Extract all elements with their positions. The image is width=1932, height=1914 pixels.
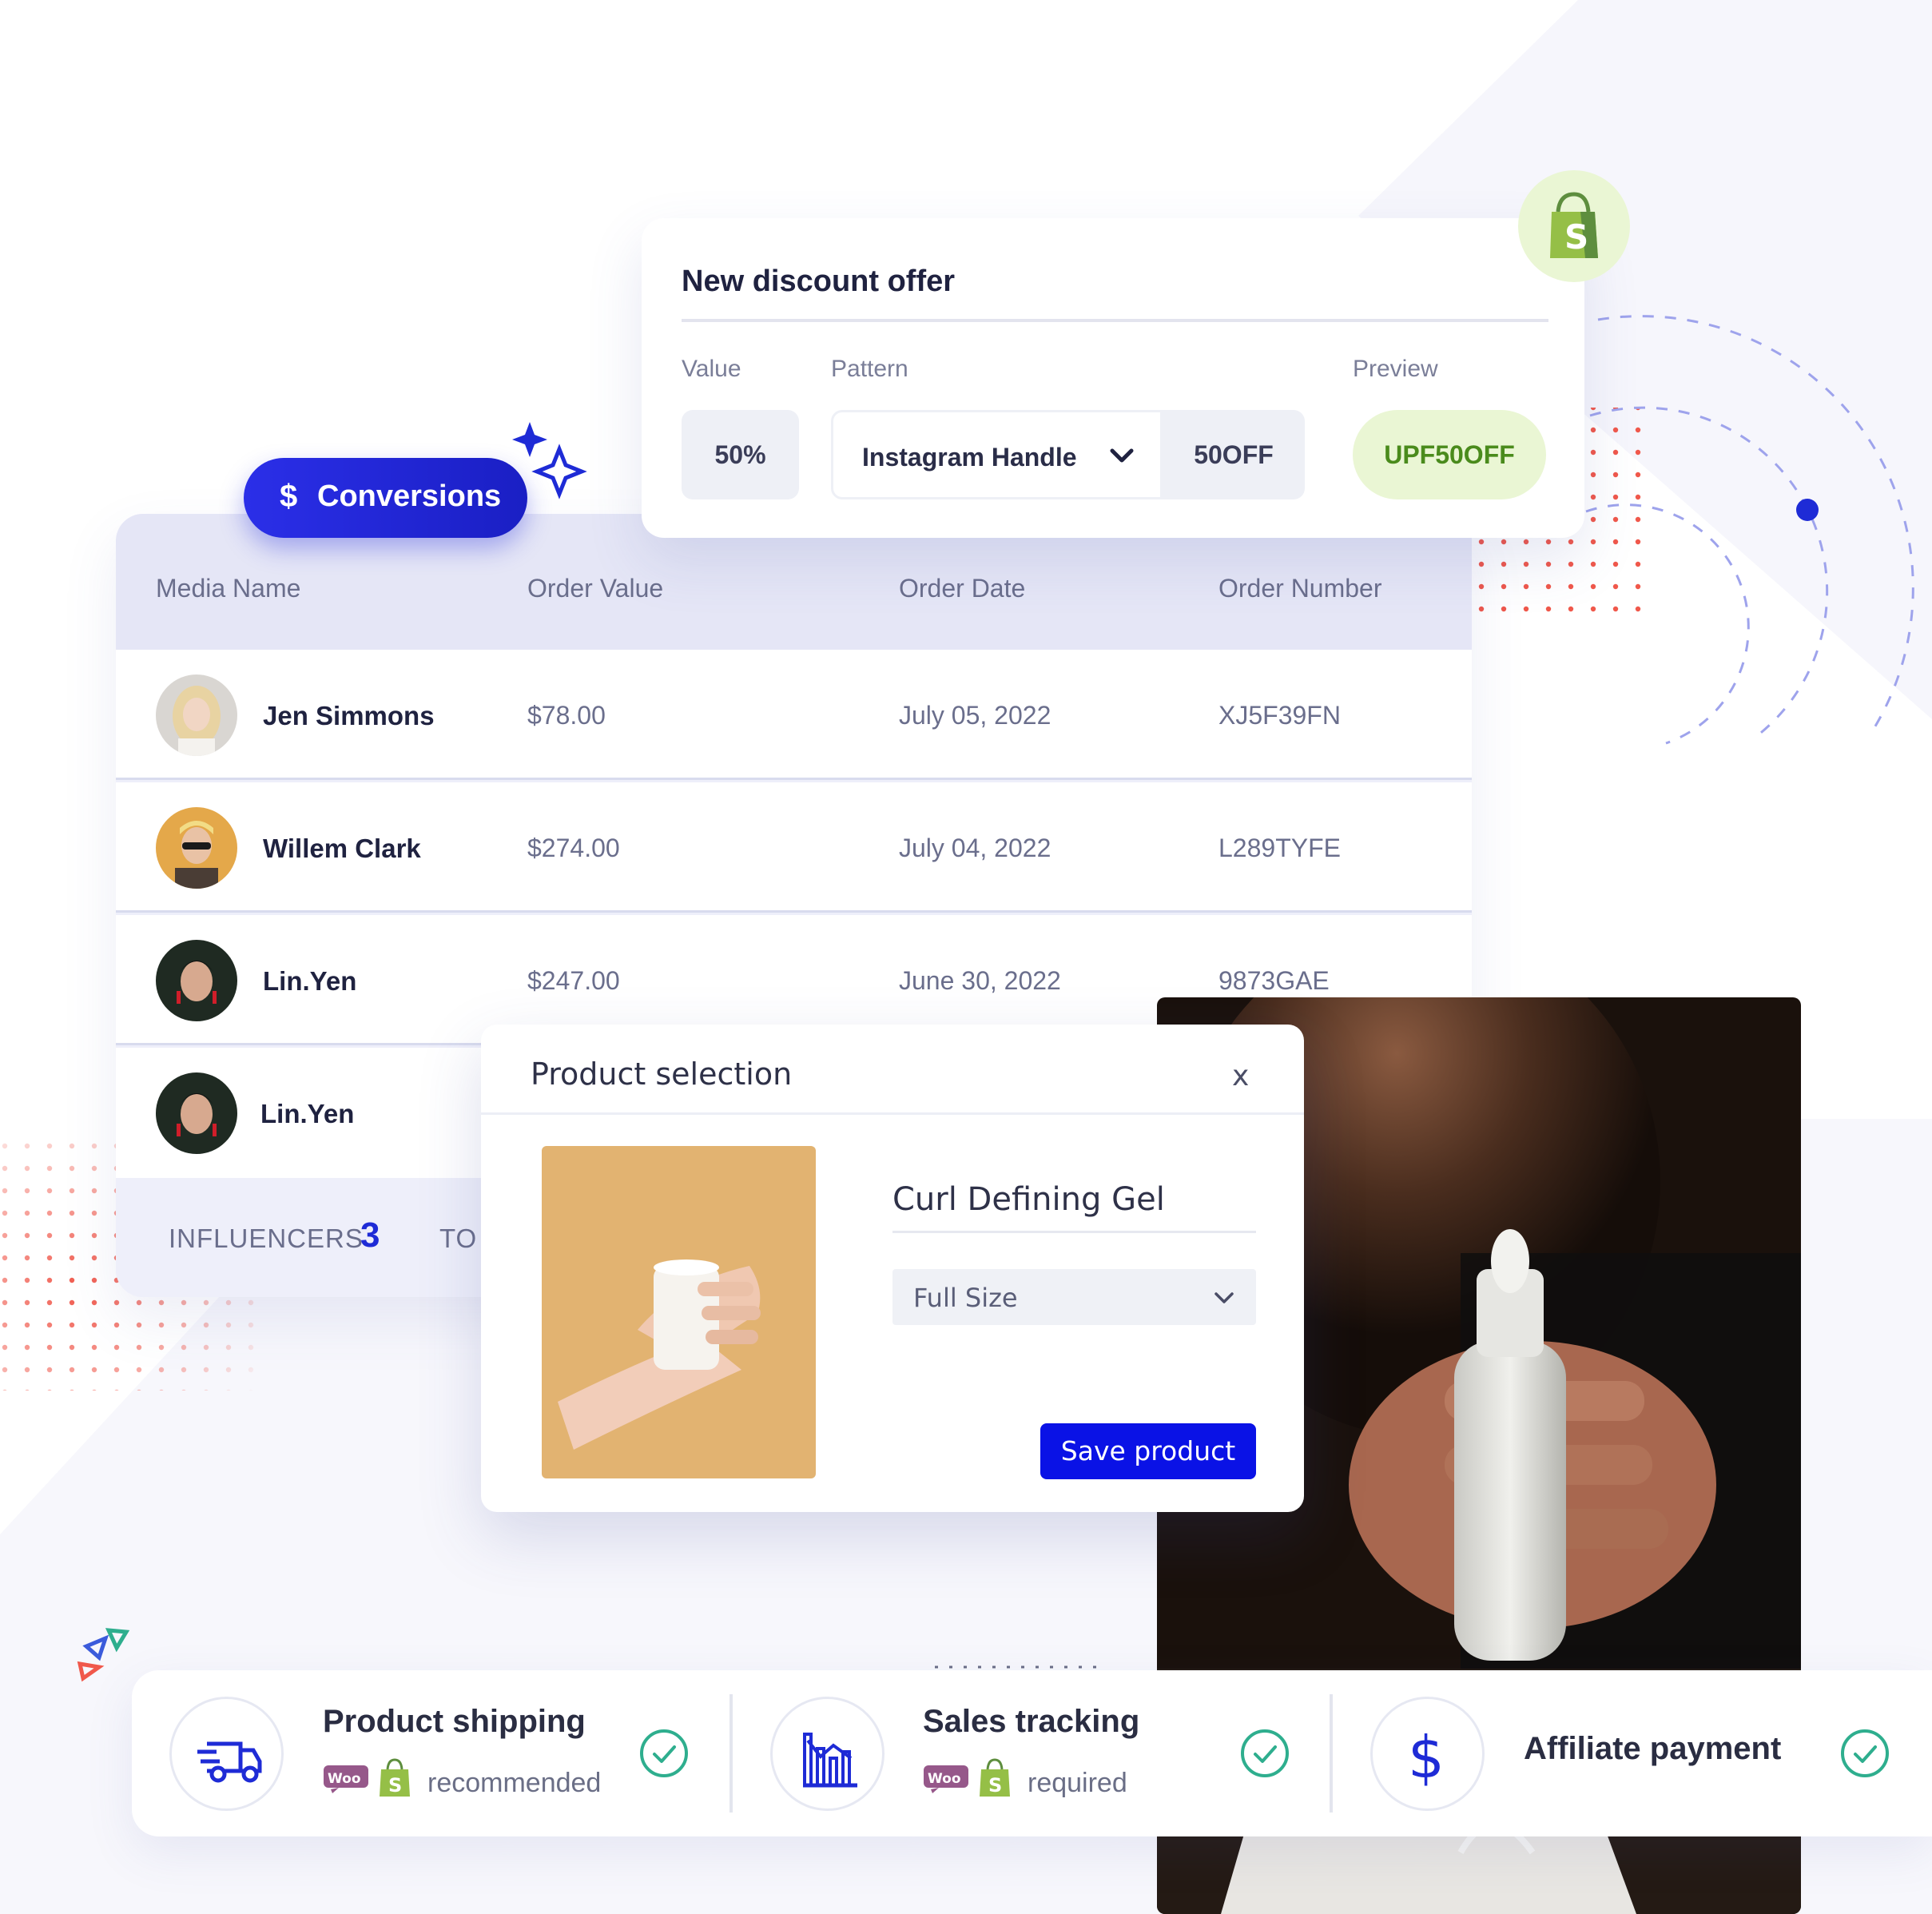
- feature-subtitle: required: [1028, 1768, 1127, 1798]
- influencers-count: 3: [360, 1216, 380, 1255]
- feature-title: Product shipping: [323, 1704, 586, 1739]
- pattern-select[interactable]: Instagram Handle: [831, 410, 1163, 499]
- shopify-badge: S: [1518, 170, 1630, 282]
- feature-title: Affiliate payment: [1524, 1731, 1782, 1766]
- divider: [481, 1112, 1304, 1115]
- media-name: Willem Clark: [263, 834, 421, 863]
- woocommerce-icon: Woo: [924, 1765, 968, 1793]
- total-label: TO: [439, 1224, 478, 1253]
- column-header-order-date[interactable]: Order Date: [899, 574, 1025, 603]
- order-value: $274.00: [527, 834, 620, 862]
- media-name: Lin.Yen: [263, 966, 357, 996]
- value-input[interactable]: 50%: [682, 410, 799, 499]
- svg-text:$: $: [1408, 1724, 1445, 1791]
- pattern-label: Pattern: [831, 356, 908, 382]
- code-input[interactable]: 50OFF: [1163, 410, 1305, 499]
- check-circle-icon: [640, 1729, 688, 1777]
- save-product-button[interactable]: Save product: [1040, 1423, 1256, 1479]
- chevron-down-icon: [1214, 1292, 1234, 1303]
- feature-icon-circle: $: [1370, 1697, 1485, 1811]
- shopify-bag-icon: S: [1550, 192, 1598, 258]
- size-selected-value: Full Size: [913, 1283, 1018, 1313]
- column-header-order-value[interactable]: Order Value: [527, 574, 663, 603]
- conversions-tab[interactable]: $ Conversions: [244, 458, 527, 538]
- table-row[interactable]: Willem Clark $274.00 July 04, 2022 L289T…: [116, 782, 1472, 913]
- svg-text:Woo: Woo: [928, 1771, 961, 1787]
- feature-title: Sales tracking: [923, 1704, 1140, 1739]
- features-bar: Product shipping Woo S recommended Sales…: [132, 1670, 1932, 1836]
- table-row[interactable]: Jen Simmons $78.00 July 05, 2022 XJ5F39F…: [116, 650, 1472, 780]
- column-header-order-number[interactable]: Order Number: [1218, 574, 1382, 603]
- check-circle-icon: [1241, 1729, 1289, 1777]
- divider: [892, 1231, 1256, 1233]
- divider: [682, 319, 1548, 322]
- order-number: L289TYFE: [1218, 834, 1341, 862]
- product-name: Curl Defining Gel: [892, 1181, 1165, 1218]
- check-circle-icon: [1841, 1729, 1889, 1777]
- chevron-down-icon: [1110, 448, 1134, 463]
- dollar-icon: $: [1408, 1724, 1445, 1791]
- svg-text:S: S: [1564, 217, 1588, 257]
- order-value: $78.00: [527, 701, 606, 730]
- avatar: [156, 1072, 237, 1154]
- column-header-media-name[interactable]: Media Name: [156, 574, 300, 603]
- discount-offer-card: New discount offer Value Pattern Preview…: [642, 218, 1584, 538]
- avatar: [156, 674, 237, 756]
- modal-title: Product selection: [531, 1056, 793, 1092]
- separator: [1330, 1694, 1333, 1813]
- avatar: [156, 940, 237, 1021]
- conversions-label: Conversions: [317, 479, 502, 513]
- order-date: June 30, 2022: [899, 966, 1061, 995]
- svg-text:S: S: [988, 1774, 1002, 1797]
- preview-label: Preview: [1353, 356, 1438, 382]
- order-value: $247.00: [527, 966, 620, 995]
- size-select[interactable]: Full Size: [892, 1269, 1256, 1325]
- separator: [729, 1694, 733, 1813]
- pattern-selected-value: Instagram Handle: [862, 443, 1077, 472]
- order-number: 9873GAE: [1218, 966, 1330, 995]
- order-date: July 05, 2022: [899, 701, 1051, 730]
- close-icon[interactable]: x: [1232, 1060, 1249, 1092]
- order-date: July 04, 2022: [899, 834, 1051, 862]
- delivery-truck-icon: [197, 1741, 262, 1783]
- value-label: Value: [682, 356, 741, 382]
- feature-icon-circle: [169, 1697, 284, 1811]
- woocommerce-icon: Woo: [324, 1765, 368, 1793]
- feature-icon-circle: [770, 1697, 885, 1811]
- shopify-icon: S: [980, 1758, 1010, 1797]
- shopify-icon: S: [380, 1758, 410, 1797]
- media-name: Jen Simmons: [263, 701, 435, 730]
- dollar-icon: $: [280, 479, 298, 514]
- product-image: [542, 1146, 816, 1478]
- product-selection-modal: Product selection x Curl Defining Gel Fu…: [481, 1025, 1304, 1512]
- bar-chart-icon: [803, 1733, 857, 1788]
- influencers-label: INFLUENCERS: [169, 1224, 364, 1253]
- feature-subtitle: recommended: [427, 1768, 602, 1798]
- preview-badge: UPF50OFF: [1353, 410, 1546, 499]
- order-number: XJ5F39FN: [1218, 701, 1341, 730]
- discount-title: New discount offer: [682, 265, 956, 298]
- media-name: Lin.Yen: [260, 1099, 355, 1128]
- avatar: [156, 807, 237, 889]
- svg-text:S: S: [388, 1774, 402, 1797]
- svg-text:Woo: Woo: [328, 1771, 361, 1787]
